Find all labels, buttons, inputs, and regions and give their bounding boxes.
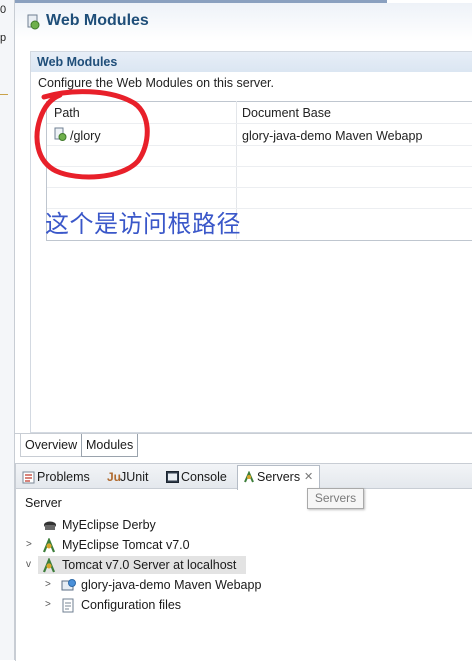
derby-icon: [44, 521, 56, 530]
tab-console[interactable]: Console: [181, 467, 227, 487]
servers-icon: [244, 471, 254, 483]
tab-servers[interactable]: Servers: [257, 467, 300, 487]
column-header-document-base[interactable]: Document Base: [242, 106, 331, 120]
close-icon[interactable]: ✕: [304, 469, 313, 485]
tomcat-icon: [42, 538, 56, 553]
junit-icon: Ju: [107, 470, 122, 484]
strip-text-top: 0: [0, 4, 7, 16]
left-side-strip: [0, 0, 15, 660]
chevron-right-icon[interactable]: >: [45, 599, 51, 610]
page-title: Web Modules: [46, 12, 149, 29]
tree-item-myeclipse-tomcat[interactable]: MyEclipse Tomcat v7.0: [62, 536, 190, 554]
chevron-right-icon[interactable]: >: [26, 539, 32, 550]
tree-item-configuration-files[interactable]: Configuration files: [81, 596, 181, 614]
servers-tooltip: Servers: [307, 488, 364, 509]
section-title[interactable]: Web Modules: [37, 55, 117, 69]
problems-icon: [22, 471, 35, 484]
console-icon: [166, 471, 179, 483]
chevron-down-icon[interactable]: v: [26, 559, 31, 570]
strip-text-mid: p: [0, 32, 7, 44]
strip-marker: [0, 94, 8, 95]
tab-modules[interactable]: Modules: [81, 434, 139, 457]
tree-item-webapp[interactable]: glory-java-demo Maven Webapp: [81, 576, 261, 594]
chevron-right-icon[interactable]: >: [45, 579, 51, 590]
tomcat-icon: [42, 558, 56, 573]
webapp-icon: [61, 579, 76, 591]
tree-column-header: Server: [25, 496, 62, 510]
web-modules-icon: [27, 14, 40, 30]
red-circle-annotation: [34, 89, 150, 180]
tree-item-myeclipse-derby[interactable]: MyEclipse Derby: [62, 516, 156, 534]
tab-overview[interactable]: Overview: [20, 434, 83, 457]
annotation-text: 这个是访问根路径: [45, 210, 241, 238]
row-divider: [47, 187, 472, 188]
module-document-base-cell[interactable]: glory-java-demo Maven Webapp: [242, 129, 422, 143]
tab-problems[interactable]: Problems: [37, 467, 90, 487]
tree-item-tomcat-localhost[interactable]: Tomcat v7.0 Server at localhost: [62, 556, 236, 574]
config-files-icon: [62, 598, 74, 613]
tab-junit[interactable]: JUnit: [120, 467, 148, 487]
